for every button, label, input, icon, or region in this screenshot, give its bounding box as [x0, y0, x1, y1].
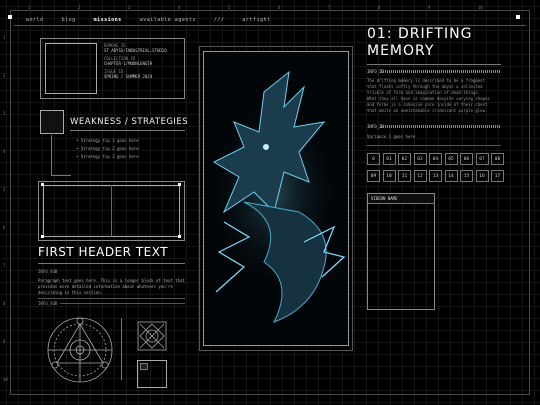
- corner-marker: [8, 15, 12, 19]
- connector-line: [51, 135, 52, 175]
- emblem-icon: [137, 321, 167, 351]
- strategy-item: • Strategy tip 1 goes here: [76, 138, 139, 143]
- meta-value: ST_ABYSS/INDUSTRIAL.STUDIO: [104, 48, 167, 53]
- meta-value: SPRING / SUMMER 2024: [104, 74, 153, 79]
- ruler-tick: 4: [3, 149, 6, 154]
- ruler-tick: 5: [228, 5, 231, 10]
- info-sub-label: INFO_SUB: [38, 269, 58, 274]
- video-panel: VIDEON NAME: [367, 193, 435, 310]
- meta-info: REMOVE_ID ST_ABYSS/INDUSTRIAL.STUDIO COL…: [104, 43, 167, 82]
- meta-value: CHAPTER-1/MOONLENGTH: [104, 61, 153, 66]
- frame-corner: [41, 183, 44, 186]
- header-underline: [38, 263, 185, 264]
- ruler-tick: 3: [128, 5, 131, 10]
- info-hatch: [381, 125, 501, 128]
- number-cell[interactable]: 09: [367, 170, 380, 182]
- frame-corner: [41, 235, 44, 238]
- weakness-heading: WEAKNESS / STRATEGIES: [70, 117, 189, 127]
- number-cell[interactable]: 10: [382, 170, 396, 182]
- ruler-tick: 2: [78, 5, 81, 10]
- ruler-tick: 7: [328, 5, 331, 10]
- ruler-tick: 4: [178, 5, 181, 10]
- number-cell[interactable]: 17: [491, 170, 504, 182]
- ruler-tick: 9: [428, 5, 431, 10]
- video-name: VIDEON NAME: [368, 194, 434, 204]
- frame-corner: [178, 183, 181, 186]
- ruler-tick: 5: [3, 187, 6, 192]
- number-cell[interactable]: 15: [460, 170, 473, 182]
- title-underline: [367, 64, 501, 65]
- number-cell[interactable]: 16: [475, 170, 489, 182]
- number-cell[interactable]: 06: [460, 153, 473, 165]
- ruler-tick: 10: [478, 5, 483, 10]
- number-cell[interactable]: 01: [382, 153, 396, 165]
- number-cell[interactable]: 08: [491, 153, 504, 165]
- number-cell[interactable]: 0: [367, 153, 380, 165]
- number-cell[interactable]: 05: [444, 153, 458, 165]
- first-header: FIRST HEADER TEXT: [38, 245, 169, 259]
- corner-marker: [516, 15, 520, 19]
- meta-thumbnail: [45, 43, 97, 94]
- ruler-tick: 8: [3, 301, 6, 306]
- heading-underline: [70, 130, 185, 131]
- sigil-icon: [47, 317, 113, 383]
- divider: [367, 145, 501, 146]
- nav-artfight[interactable]: artfight: [242, 17, 270, 23]
- image-outer-frame: [199, 46, 353, 351]
- variance-text: Variance 1 goes here: [367, 134, 416, 139]
- nav-blog[interactable]: blog: [62, 17, 76, 23]
- ruler-tick: 9: [3, 339, 6, 344]
- top-nav: world blog missions available agents ///…: [26, 17, 271, 23]
- ruler-tick: 1: [3, 35, 6, 40]
- ruler-tick: 3: [3, 111, 6, 116]
- strategy-item: • Strategy tip 3 goes here: [76, 154, 139, 159]
- ruler-tick: 1: [28, 5, 31, 10]
- number-cell[interactable]: 12: [413, 170, 427, 182]
- number-cell[interactable]: 14: [444, 170, 458, 182]
- number-cell[interactable]: 04: [429, 153, 442, 165]
- ruler-tick: 7: [3, 263, 6, 268]
- ruler-tick: 6: [278, 5, 281, 10]
- strategy-item: • Strategy tip 2 goes here: [76, 146, 139, 151]
- info-sub-label: INFO_SUB: [38, 301, 58, 306]
- section-square-icon: [40, 110, 64, 134]
- number-cell[interactable]: 07: [475, 153, 489, 165]
- divider: [121, 318, 122, 380]
- ruler-tick: 10: [3, 377, 8, 382]
- connector-line: [51, 175, 71, 176]
- broken-image-icon: [137, 360, 167, 388]
- page-title: 01: DRIFTING MEMORY: [367, 26, 473, 59]
- nav-missions[interactable]: missions: [94, 17, 122, 23]
- number-cell[interactable]: 11: [398, 170, 411, 182]
- divider: [38, 298, 185, 299]
- divider: [60, 303, 185, 304]
- first-paragraph: Paragraph text goes here. This is a long…: [38, 278, 185, 295]
- frame-corner: [178, 235, 181, 238]
- ruler-tick: 8: [378, 5, 381, 10]
- ruler-tick: 2: [3, 73, 6, 78]
- ruler-tick: 6: [3, 225, 6, 230]
- frame-divider: [111, 185, 112, 237]
- number-cell[interactable]: 13: [429, 170, 442, 182]
- nav-separator: ///: [213, 17, 225, 23]
- nav-available-agents[interactable]: available agents: [140, 17, 196, 23]
- number-cell[interactable]: 02: [398, 153, 411, 165]
- info-description: The drifting memory is described to be a…: [367, 78, 490, 113]
- number-cell[interactable]: 03: [413, 153, 427, 165]
- info-hatch: [381, 70, 501, 73]
- nav-world[interactable]: world: [26, 17, 44, 23]
